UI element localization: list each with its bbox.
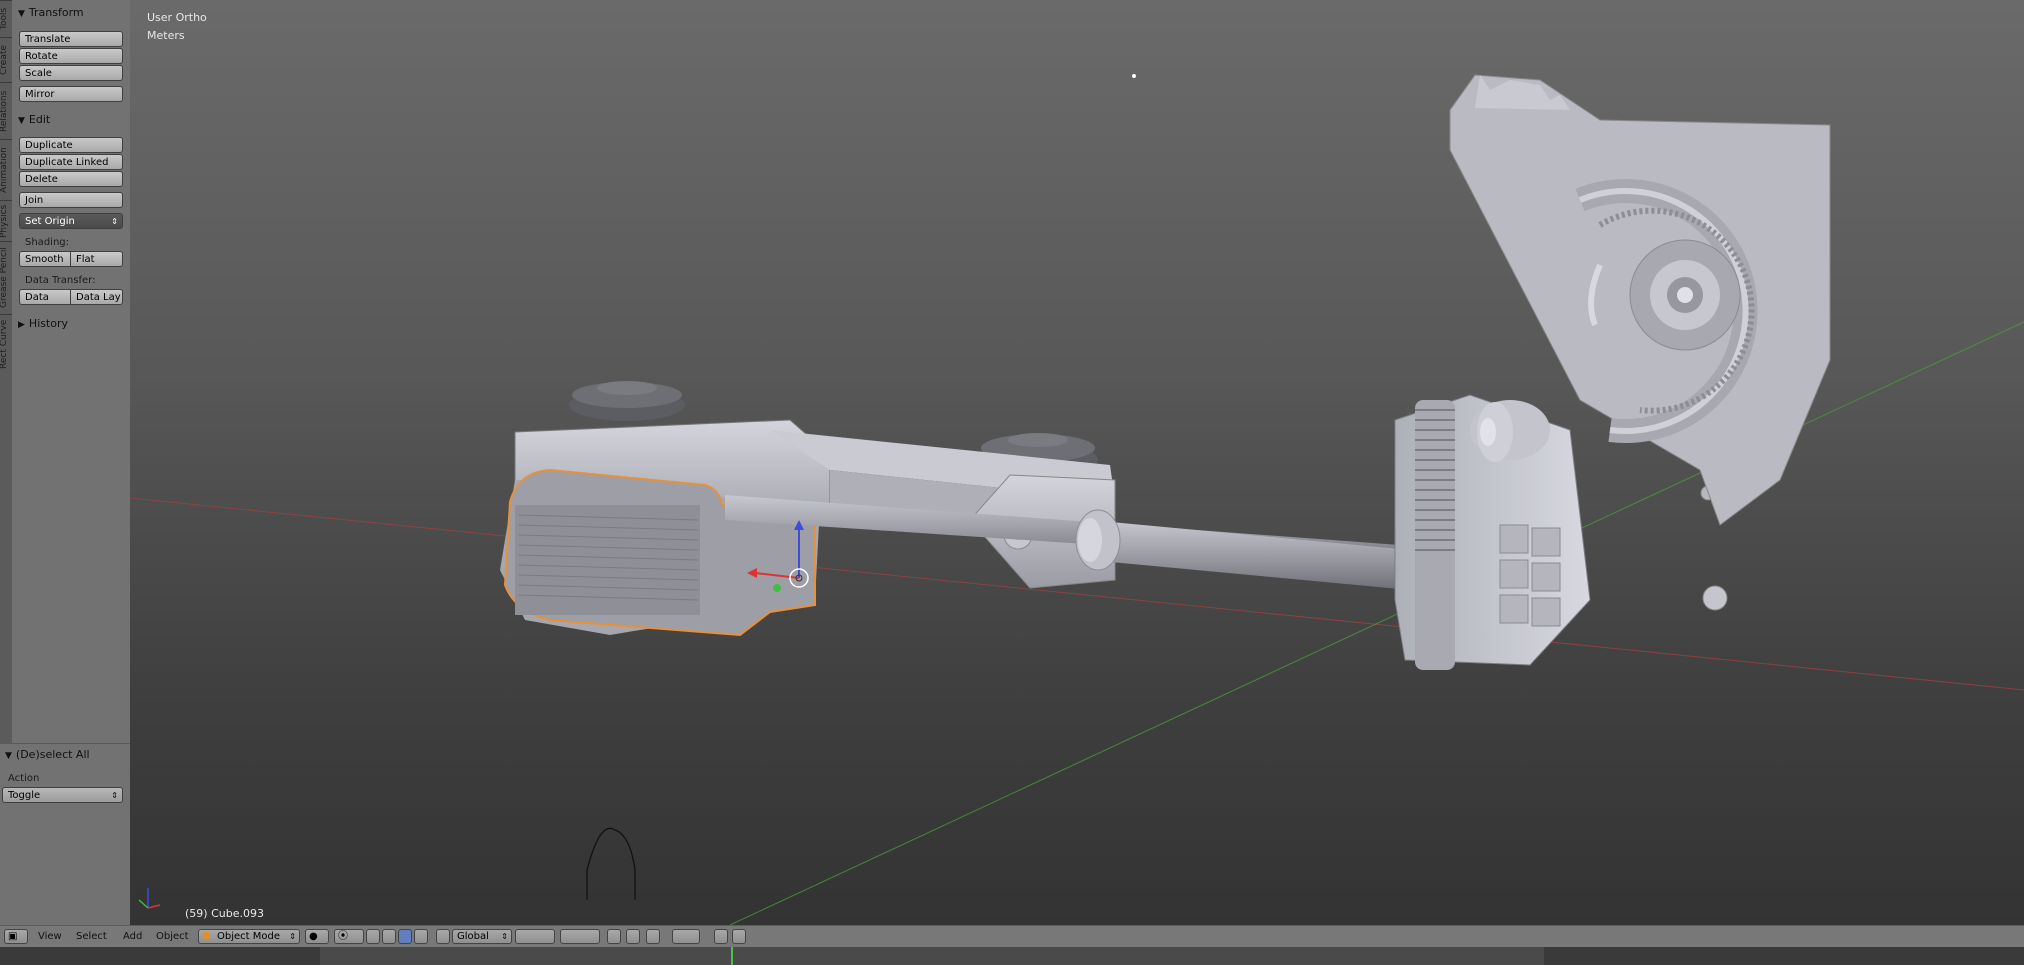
cursor-dot	[1132, 74, 1136, 78]
view-name: User Ortho	[147, 11, 207, 24]
layers-grid-b[interactable]	[560, 929, 600, 944]
collapse-triangle-icon: ▼	[18, 9, 25, 19]
smooth-button[interactable]: Smooth	[19, 251, 71, 267]
scene-svg	[130, 74, 2024, 925]
y-axis-line	[729, 321, 2024, 925]
editor-type-menu[interactable]: ▣	[4, 929, 28, 944]
mirror-button[interactable]: Mirror	[19, 86, 123, 102]
transform-panel-header[interactable]: ▼ Transform	[18, 6, 84, 19]
updown-arrows-icon: ⇕	[111, 217, 118, 226]
shading-label: Shading:	[25, 237, 69, 248]
operator-header[interactable]: ▼ (De)select All	[5, 748, 90, 761]
shading-select[interactable]: ●	[305, 929, 329, 944]
collapse-triangle-icon: ▼	[18, 116, 25, 126]
flat-button[interactable]: Flat	[70, 251, 123, 267]
lock-layers-toggle[interactable]	[607, 929, 621, 944]
delete-button[interactable]: Delete	[19, 171, 123, 187]
updown-arrows-icon: ⇕	[501, 932, 508, 941]
translate-manip-toggle[interactable]	[382, 929, 396, 944]
operator-panel: ▼ (De)select All Action Toggle ⇕	[0, 743, 130, 926]
add-menu[interactable]: Add	[123, 929, 142, 944]
updown-arrows-icon: ⇕	[289, 932, 296, 941]
select-menu[interactable]: Select	[76, 929, 107, 944]
pivot-icon: ⦿	[338, 931, 348, 942]
timeline[interactable]	[0, 947, 2024, 965]
scale-button[interactable]: Scale	[19, 65, 123, 81]
mode-select[interactable]: ■ Object Mode ⇕	[198, 929, 300, 944]
join-button[interactable]: Join	[19, 192, 123, 208]
orientation-select[interactable]: Global ⇕	[452, 929, 512, 944]
data-transfer-label: Data Transfer:	[25, 275, 96, 286]
data-button[interactable]: Data	[19, 289, 71, 305]
solid-sphere-icon: ●	[309, 931, 318, 942]
updown-arrows-icon: ⇕	[111, 791, 118, 800]
collapse-triangle-icon: ▼	[5, 751, 12, 761]
axis-gizmo	[138, 888, 161, 909]
tool-shelf: ▼ Transform Translate Rotate Scale Mirror…	[12, 0, 130, 755]
action-label: Action	[8, 773, 40, 784]
rotate-button[interactable]: Rotate	[19, 48, 123, 64]
orientation-icon[interactable]	[436, 929, 450, 944]
object-menu[interactable]: Object	[156, 929, 189, 944]
action-select[interactable]: Toggle ⇕	[2, 787, 123, 803]
3d-cursor	[586, 827, 636, 900]
snap-element-select[interactable]	[672, 929, 700, 944]
pivot-select[interactable]: ⦿	[334, 929, 364, 944]
proportional-edit-toggle[interactable]	[626, 929, 640, 944]
data-layers-button[interactable]: Data Lay	[70, 289, 123, 305]
view-menu[interactable]: View	[38, 929, 62, 944]
layers-grid-a[interactable]	[515, 929, 555, 944]
translate-button[interactable]: Translate	[19, 31, 123, 47]
scale-manip-toggle[interactable]	[414, 929, 428, 944]
rotate-manip-toggle[interactable]	[398, 929, 412, 944]
opengl-render-button[interactable]	[732, 929, 746, 944]
render-preview-button[interactable]	[714, 929, 728, 944]
history-panel-header[interactable]: ▶ History	[18, 317, 68, 330]
edit-panel-header[interactable]: ▼ Edit	[18, 113, 50, 126]
object-info: (59) Cube.093	[185, 907, 264, 920]
timeline-range[interactable]	[320, 947, 1544, 965]
snap-toggle[interactable]	[646, 929, 660, 944]
3d-viewport[interactable]: User Ortho Meters (59) Cube.093	[130, 0, 2024, 925]
duplicate-linked-button[interactable]: Duplicate Linked	[19, 154, 123, 170]
duplicate-button[interactable]: Duplicate	[19, 137, 123, 153]
units-label: Meters	[147, 29, 185, 42]
expand-triangle-icon: ▶	[18, 320, 25, 330]
manipulator-toggle[interactable]	[366, 929, 380, 944]
current-frame-marker[interactable]	[731, 947, 733, 965]
editor-icon: ▣	[8, 931, 18, 942]
viewport-header: ▣ View Select Add Object ■ Object Mode ⇕…	[0, 925, 2024, 948]
set-origin-select[interactable]: Set Origin ⇕	[19, 213, 123, 229]
cube-icon: ■	[202, 931, 211, 941]
